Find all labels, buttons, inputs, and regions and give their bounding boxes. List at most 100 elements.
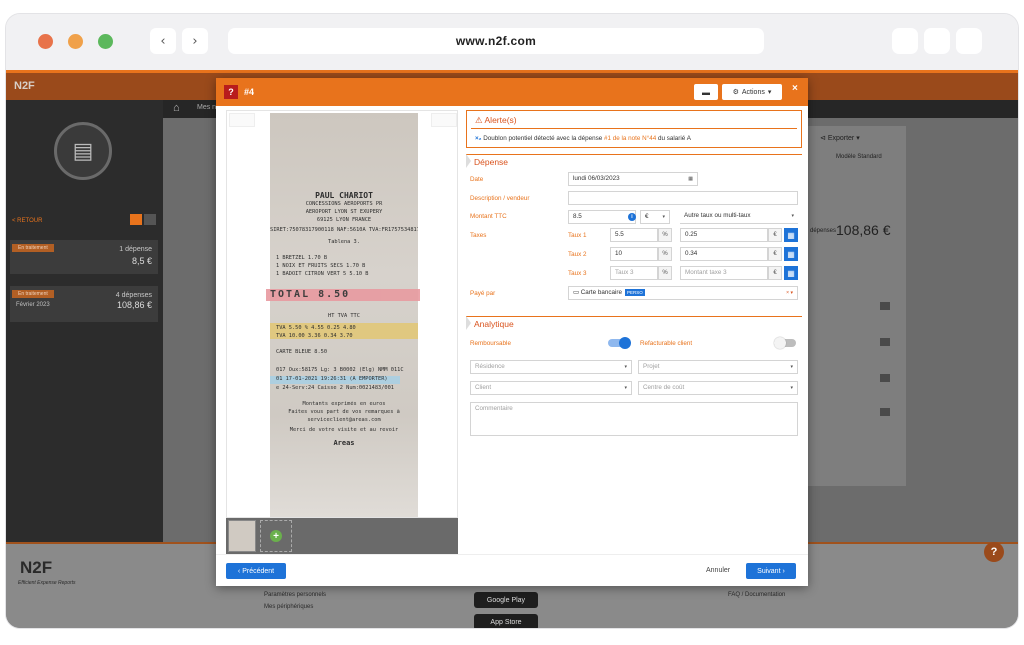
add-receipt-button[interactable]: +	[260, 520, 292, 552]
description-field[interactable]	[568, 191, 798, 205]
gear-icon: ⚙	[732, 89, 739, 96]
tax-rate-input[interactable]: Taux 3	[610, 266, 658, 280]
sidebar-card[interactable]: En traitement 1 dépense 8,5 €	[10, 240, 158, 274]
clear-icon[interactable]: × ▾	[786, 287, 793, 299]
sidebar-card[interactable]: En traitement 4 dépenses 108,86 € Févrie…	[10, 286, 158, 322]
currency-unit: €	[768, 247, 782, 261]
close-button[interactable]: ×	[792, 83, 798, 94]
footer-link[interactable]: FAQ / Documentation	[728, 592, 785, 598]
receipt-line: 017 Oux:58175 Lg: 3 B0002 (Elg) NMM 011C	[276, 367, 404, 373]
receipt-line: e 24-Serv:24 Caisse 2 Num:0021483/001	[276, 385, 394, 391]
duplicate-link[interactable]: #1 de la note N°44	[604, 135, 656, 142]
projet-select[interactable]: Projet ▾	[638, 360, 798, 374]
tax-rate-label: Taux 2	[568, 251, 587, 258]
modal-header: ? #4 ▬ ⚙ Actions ▾ ×	[216, 78, 808, 106]
rotate-right-button[interactable]	[431, 113, 457, 127]
calculator-icon: ▦	[787, 268, 795, 278]
calculator-button[interactable]: ▦	[784, 247, 798, 261]
currency-unit: €	[768, 266, 782, 280]
tax-rate-input[interactable]: 10	[610, 247, 658, 261]
info-icon[interactable]: i	[628, 213, 636, 221]
currency-select[interactable]: € ▾	[640, 210, 670, 224]
percent-unit: %	[658, 228, 672, 242]
actions-button[interactable]: ⚙ Actions ▾	[722, 84, 782, 100]
home-icon[interactable]: ⌂	[173, 102, 180, 114]
paid-by-select[interactable]: ▭ Carte bancaire PERSO × ▾	[568, 286, 798, 300]
next-button[interactable]: Suivant ›	[746, 563, 796, 579]
tax-amount-input[interactable]: 0.34	[680, 247, 768, 261]
toolbar-square-2[interactable]	[924, 28, 950, 54]
client-select[interactable]: Client ▾	[470, 381, 632, 395]
maximize-dot[interactable]	[98, 34, 113, 49]
receipt-line: CARTE BLEUE 8.50	[276, 349, 328, 355]
centre-select[interactable]: Centre de coût ▾	[638, 381, 798, 395]
tax-type-select[interactable]: Autre taux ou multi-taux ▾	[680, 210, 798, 224]
calculator-icon: ▦	[787, 249, 795, 259]
cancel-button[interactable]: Annuler	[706, 567, 730, 574]
image-icon[interactable]	[880, 338, 890, 346]
minimize-dot[interactable]	[68, 34, 83, 49]
back-button[interactable]: ‹	[150, 28, 176, 54]
tax-amount-input[interactable]: Montant taxe 3	[680, 266, 768, 280]
expense-form: ⚠ Alerte(s) ×₂ Doublon potentiel détecté…	[466, 110, 802, 554]
filter-icon[interactable]	[144, 214, 156, 225]
chat-icon: ▬	[702, 87, 710, 97]
remboursable-label: Remboursable	[470, 340, 511, 347]
date-label: Date	[470, 176, 484, 183]
previous-button[interactable]: ‹ Précédent	[226, 563, 286, 579]
residence-select[interactable]: Résidence ▾	[470, 360, 632, 374]
toolbar-square-1[interactable]	[892, 28, 918, 54]
remboursable-toggle[interactable]	[608, 337, 631, 349]
modal-footer: ‹ Précédent Annuler Suivant ›	[216, 554, 808, 586]
chat-button[interactable]: ▬	[694, 84, 718, 100]
expense-count: 1 dépense	[119, 246, 152, 253]
description-label: Description / vendeur	[470, 195, 530, 202]
breadcrumb[interactable]: Mes n	[197, 104, 216, 111]
image-icon[interactable]	[880, 374, 890, 382]
footer-link[interactable]: Paramètres personnels	[264, 592, 326, 598]
receipt-image[interactable]: PAUL CHARIOT CONCESSIONS AEROPORTS PR AERO…	[266, 113, 420, 517]
receipt-line: Merci de votre visite et au revoir	[289, 427, 399, 433]
app-store-badge[interactable]: App Store	[474, 614, 538, 628]
refacturable-label: Refacturable client	[640, 340, 693, 347]
list-view-icon[interactable]	[130, 214, 142, 225]
currency-unit: €	[768, 228, 782, 242]
app-logo[interactable]: N2F	[14, 80, 35, 92]
forward-button[interactable]: ›	[182, 28, 208, 54]
tax-rate-label: Taux 3	[568, 270, 587, 277]
image-icon[interactable]	[880, 408, 890, 416]
footer-link[interactable]: Mes périphériques	[264, 604, 313, 610]
receipt-line: HT TVA TTC	[328, 313, 360, 319]
calculator-button[interactable]: ▦	[784, 228, 798, 242]
image-icon[interactable]	[880, 302, 890, 310]
amount-label: Montant TTC	[470, 213, 507, 220]
close-dot[interactable]	[38, 34, 53, 49]
refacturable-toggle[interactable]	[774, 337, 796, 349]
alert-divider	[471, 128, 797, 129]
receipt-line: TVA 5.50 % 4.55 0.25 4.80	[276, 325, 356, 331]
receipt-thumbnail[interactable]	[228, 520, 256, 552]
receipt-line: 1 NOIX ET FRUITS SECS 1.70 B	[276, 263, 366, 269]
back-link[interactable]: < RETOUR	[12, 218, 42, 224]
tax-rate-label: Taux 1	[568, 232, 587, 239]
calculator-icon: ▦	[787, 230, 795, 240]
tax-rate-input[interactable]: 5.5	[610, 228, 658, 242]
status-tag: En traitement	[12, 290, 54, 298]
calculator-button[interactable]: ▦	[784, 266, 798, 280]
amount-field[interactable]: 8.5	[568, 210, 636, 224]
plus-icon: +	[270, 530, 282, 542]
help-button[interactable]: ?	[984, 542, 1004, 562]
url-bar[interactable]: www.n2f.com	[228, 28, 764, 54]
google-play-badge[interactable]: Google Play	[474, 592, 538, 608]
duplicate-icon: ×₂	[475, 135, 482, 142]
chevron-right-icon: ›	[782, 567, 785, 575]
thumbnail-bar: +	[226, 518, 458, 554]
right-panel: ⊲ Exporter ▾ Modèle Standard dépenses 10…	[808, 126, 906, 486]
rotate-left-button[interactable]	[229, 113, 255, 127]
date-field[interactable]: lundi 06/03/2023 ▦	[568, 172, 698, 186]
toolbar-square-3[interactable]	[956, 28, 982, 54]
export-button[interactable]: ⊲ Exporter ▾	[820, 134, 860, 142]
tax-amount-input[interactable]: 0.25	[680, 228, 768, 242]
comment-textarea[interactable]: Commentaire	[470, 402, 798, 436]
paid-by-label: Payé par	[470, 290, 496, 297]
